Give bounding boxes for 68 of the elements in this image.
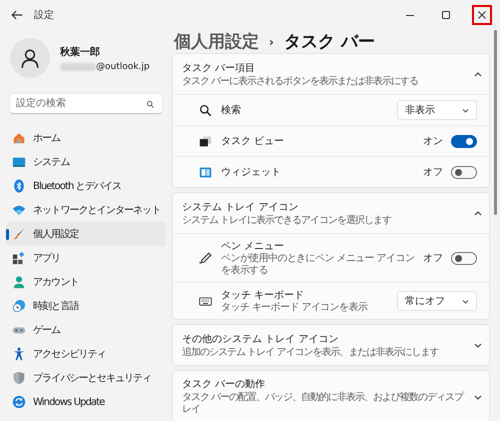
nav-item[interactable]: アクセシビリティ <box>6 342 166 366</box>
toggle-state-text: オフ <box>423 166 443 179</box>
section-title: タスク バーの動作 <box>182 378 266 391</box>
nav-item[interactable]: ネットワークとインターネット <box>6 198 166 222</box>
scrollbar[interactable] <box>494 30 497 215</box>
person-icon <box>12 275 26 289</box>
nav-item[interactable]: 時刻と言語 <box>6 294 166 318</box>
dropdown[interactable]: 常にオフ <box>397 291 477 311</box>
search-icon <box>199 104 212 116</box>
refresh-icon <box>12 395 26 409</box>
nav-item[interactable]: Bluetooth とデバイス <box>6 174 166 198</box>
section-title: その他のシステム トレイ アイコン <box>182 332 340 346</box>
setting-label: タスク ビュー <box>221 135 286 148</box>
avatar <box>10 38 50 78</box>
pen-icon <box>199 252 212 264</box>
nav-item[interactable]: アプリ <box>6 246 166 270</box>
widget-panel-icon <box>199 166 212 178</box>
dropdown[interactable]: 非表示 <box>397 100 477 120</box>
maximize-icon <box>441 10 451 20</box>
nav-item[interactable]: 個人用設定 <box>6 222 166 246</box>
nav-item[interactable]: プライバシーとセキュリティ <box>6 366 166 390</box>
stacked-windows-icon <box>199 134 212 148</box>
section-title: タスク バー項目 <box>182 62 256 74</box>
setting-label: 検索 <box>221 104 242 117</box>
chevron-icon <box>462 298 469 304</box>
toggle-switch[interactable] <box>451 252 477 264</box>
toggle-state-text: オン <box>423 135 443 148</box>
setting-description: ペンが使用中のときにペン メニュー アイコンを表示する <box>221 253 416 277</box>
nav-item[interactable]: アカウント <box>6 270 166 294</box>
breadcrumb-separator: › <box>269 34 274 48</box>
search-field[interactable]: 設定の検索 <box>10 94 162 114</box>
nav-item[interactable]: システム <box>6 150 166 174</box>
nav-item[interactable]: Windows Update <box>6 390 166 414</box>
accessibility-icon <box>12 347 26 361</box>
search-icon <box>146 100 155 109</box>
user-email: @outlook.jp <box>96 62 150 72</box>
app-tiles-icon <box>12 251 26 265</box>
page-title: タスク バー <box>284 31 375 53</box>
section-description: 追加のシステム トレイ アイコンを表示、または非表示にします <box>182 346 440 358</box>
paintbrush-icon <box>12 227 26 241</box>
section-title: システム トレイ アイコン <box>182 200 300 214</box>
setting-label: ペン メニュー <box>221 240 286 252</box>
toggle-switch[interactable] <box>451 134 477 148</box>
close-icon <box>477 10 487 20</box>
breadcrumb-link[interactable]: 個人用設定 <box>174 30 259 53</box>
nav-item[interactable]: ホーム <box>6 126 166 150</box>
setting-label: タッチ キーボード <box>221 289 306 302</box>
close-button[interactable] <box>472 5 492 25</box>
monitor-icon <box>12 155 26 169</box>
keyboard-icon <box>199 294 212 308</box>
section-description: システム トレイに表示できるアイコンを選択します <box>182 214 392 226</box>
setting-description: タッチ キーボード アイコンを表示 <box>221 302 369 314</box>
section-description: タスク バーに表示されるボタンを表示または非表示にする <box>182 76 420 88</box>
shield-icon <box>12 371 26 385</box>
toggle-state-text: オフ <box>423 252 443 265</box>
back-arrow-icon[interactable] <box>10 8 24 22</box>
blurred-text <box>60 62 96 70</box>
bluetooth-icon <box>12 179 26 193</box>
house-icon <box>12 131 26 145</box>
chevron-icon <box>462 106 469 114</box>
window-title: 設定 <box>34 8 55 22</box>
nav-item[interactable]: ゲーム <box>6 318 166 342</box>
toggle-switch[interactable] <box>451 166 477 178</box>
wifi-icon <box>12 203 26 217</box>
setting-label: ウィジェット <box>221 166 282 179</box>
globe-clock-icon <box>12 299 26 313</box>
section-description: タスク バーの配置、バッジ、自動的に非表示、および複数のディスプレイ <box>182 392 465 416</box>
user-name: 秋葉一郎 <box>60 45 101 58</box>
